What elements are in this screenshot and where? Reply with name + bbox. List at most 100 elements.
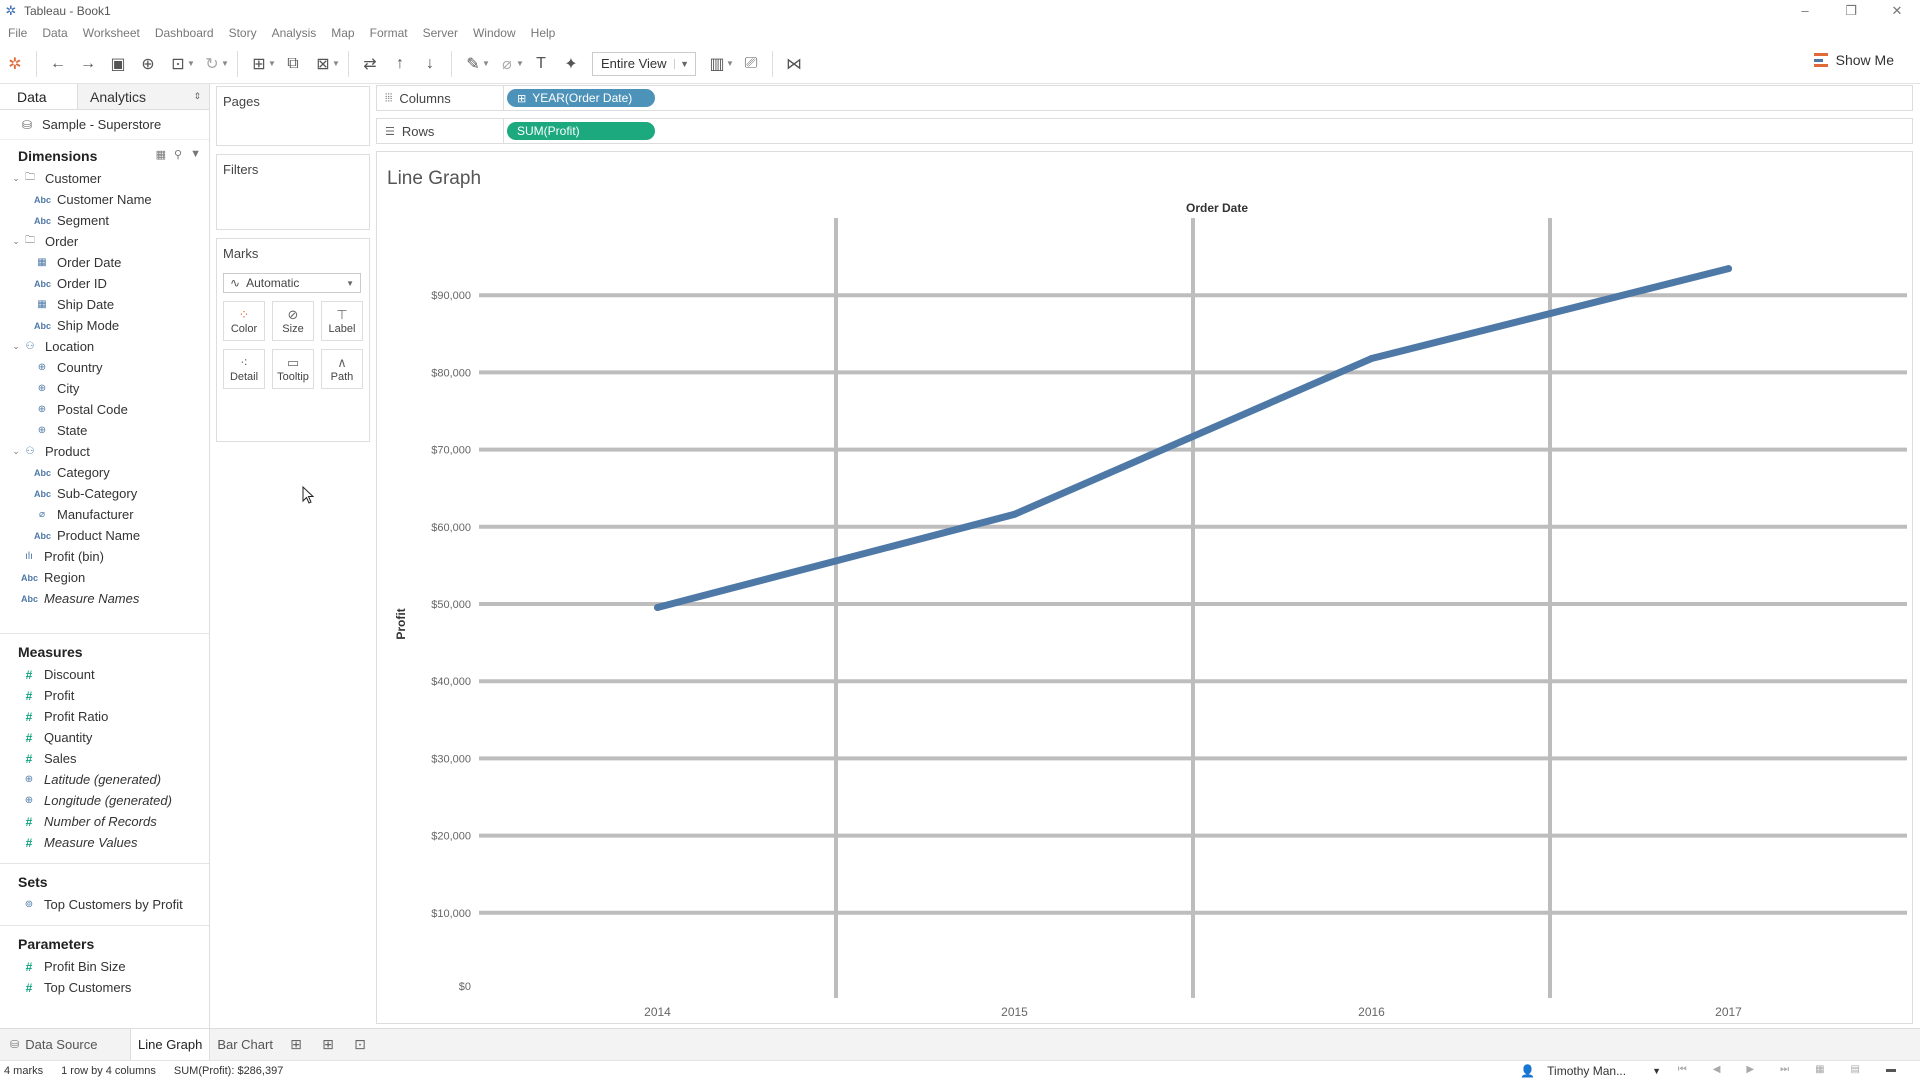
- menu-story[interactable]: Story: [229, 26, 257, 40]
- menu-dashboard[interactable]: Dashboard: [155, 26, 214, 40]
- duplicate-sheet-icon[interactable]: ⧉: [278, 50, 308, 78]
- user-menu[interactable]: 👤 Timothy Man... ▼: [1516, 1061, 1675, 1080]
- size-button[interactable]: ⊘ Size: [272, 301, 314, 341]
- dimension-measure-names[interactable]: Abc Measure Names: [0, 588, 209, 609]
- new-data-source-icon[interactable]: ⊕: [133, 50, 163, 78]
- tableau-home-icon[interactable]: ✲: [0, 50, 30, 78]
- new-story-tab-icon[interactable]: ⊡: [344, 1029, 376, 1061]
- show-cards-dropdown-icon[interactable]: ▼: [726, 59, 736, 68]
- menu-map[interactable]: Map: [331, 26, 354, 40]
- measure-number-of-records[interactable]: # Number of Records: [0, 811, 209, 832]
- path-button[interactable]: ∧ Path: [321, 349, 363, 389]
- detail-button[interactable]: ⁖ Detail: [223, 349, 265, 389]
- dimension-category[interactable]: Abc Category: [0, 462, 209, 483]
- search-icon[interactable]: ⚲: [174, 148, 182, 161]
- menu-format[interactable]: Format: [370, 26, 408, 40]
- last-sheet-icon[interactable]: ⏭: [1780, 1064, 1789, 1075]
- data-source-item[interactable]: ⛁ Sample - Superstore: [0, 110, 209, 140]
- columns-shelf[interactable]: ⦙⦙⦙ Columns ⊞ YEAR(Order Date): [376, 85, 1913, 111]
- dimension-postal-code[interactable]: ⊕ Postal Code: [0, 399, 209, 420]
- redo-icon[interactable]: →: [73, 50, 103, 78]
- close-icon[interactable]: ✕: [1874, 0, 1920, 22]
- highlight-dropdown-icon[interactable]: ▼: [482, 59, 492, 68]
- dimension-order[interactable]: ⌄ 🗀 Order: [0, 231, 209, 252]
- dimension-sub-category[interactable]: Abc Sub-Category: [0, 483, 209, 504]
- rows-shelf[interactable]: ☰ Rows SUM(Profit): [376, 118, 1913, 144]
- expand-caret-icon[interactable]: ⌄: [10, 236, 22, 247]
- menu-help[interactable]: Help: [531, 26, 556, 40]
- presentation-mode-icon[interactable]: ⎚: [736, 50, 766, 78]
- menu-file[interactable]: File: [8, 26, 27, 40]
- dimension-product[interactable]: ⌄ ⚇ Product: [0, 441, 209, 462]
- measure-profit-ratio[interactable]: # Profit Ratio: [0, 706, 209, 727]
- dimension-manufacturer[interactable]: ⌀ Manufacturer: [0, 504, 209, 525]
- dimension-state[interactable]: ⊕ State: [0, 420, 209, 441]
- dimension-ship-date[interactable]: ▦ Ship Date: [0, 294, 209, 315]
- expand-caret-icon[interactable]: ⌄: [10, 341, 22, 352]
- pause-dropdown-icon[interactable]: ▼: [187, 59, 197, 68]
- dimension-ship-mode[interactable]: Abc Ship Mode: [0, 315, 209, 336]
- show-labels-icon[interactable]: T: [526, 50, 556, 78]
- clear-dropdown-icon[interactable]: ▼: [332, 59, 342, 68]
- tab-line-graph[interactable]: Line Graph: [130, 1028, 211, 1061]
- dimension-city[interactable]: ⊕ City: [0, 378, 209, 399]
- mark-type-select[interactable]: ∿ Automatic ▼: [223, 273, 361, 293]
- filters-card[interactable]: Filters: [216, 154, 370, 230]
- swap-rows-columns-icon[interactable]: ⇄: [355, 50, 385, 78]
- sheet-sorter-icon[interactable]: ▦: [1815, 1064, 1824, 1075]
- dimension-customer-name[interactable]: Abc Customer Name: [0, 189, 209, 210]
- measure-profit[interactable]: # Profit: [0, 685, 209, 706]
- dimension-location[interactable]: ⌄ ⚇ Location: [0, 336, 209, 357]
- dimension-country[interactable]: ⊕ Country: [0, 357, 209, 378]
- menu-dropdown-icon[interactable]: ▼: [190, 148, 201, 161]
- fit-select[interactable]: Entire View ▼: [592, 51, 696, 76]
- rows-pill[interactable]: SUM(Profit): [507, 122, 655, 140]
- prev-sheet-icon[interactable]: ◀: [1713, 1064, 1721, 1075]
- dimension-region[interactable]: Abc Region: [0, 567, 209, 588]
- measure-quantity[interactable]: # Quantity: [0, 727, 209, 748]
- sort-descending-icon[interactable]: ↓: [415, 50, 445, 78]
- new-worksheet-tab-icon[interactable]: ⊞: [280, 1029, 312, 1061]
- sort-ascending-icon[interactable]: ↑: [385, 50, 415, 78]
- next-sheet-icon[interactable]: ▶: [1746, 1064, 1754, 1075]
- tab-data[interactable]: Data: [0, 84, 78, 109]
- tabs-view-icon[interactable]: ▬: [1886, 1064, 1896, 1075]
- show-me-button[interactable]: Show Me: [1813, 52, 1894, 68]
- menu-data[interactable]: Data: [42, 26, 67, 40]
- first-sheet-icon[interactable]: ⏮: [1678, 1064, 1687, 1075]
- menu-analysis[interactable]: Analysis: [272, 26, 317, 40]
- dimension-product-name[interactable]: Abc Product Name: [0, 525, 209, 546]
- pages-card[interactable]: Pages: [216, 86, 370, 146]
- tab-bar-chart[interactable]: Bar Chart: [210, 1029, 280, 1061]
- share-icon[interactable]: ⋈: [779, 50, 809, 78]
- undo-icon[interactable]: ←: [43, 50, 73, 78]
- group-dropdown-icon[interactable]: ▼: [516, 59, 526, 68]
- minimize-icon[interactable]: –: [1782, 0, 1828, 22]
- tab-data-source[interactable]: ⛁ Data Source: [0, 1029, 130, 1061]
- new-worksheet-dropdown-icon[interactable]: ▼: [268, 59, 278, 68]
- parameter-top-customers[interactable]: # Top Customers: [0, 977, 209, 998]
- tooltip-button[interactable]: ▭ Tooltip: [272, 349, 314, 389]
- dimension-customer[interactable]: ⌄ 🗀 Customer: [0, 168, 209, 189]
- measure-longitude-generated[interactable]: ⊕ Longitude (generated): [0, 790, 209, 811]
- parameter-profit-bin-size[interactable]: # Profit Bin Size: [0, 956, 209, 977]
- measure-discount[interactable]: # Discount: [0, 664, 209, 685]
- tab-analytics[interactable]: Analytics ⇕: [78, 84, 209, 109]
- worksheet-view[interactable]: Line Graph Order Date Profit $0 $10,000 $20,0…: [376, 151, 1913, 1024]
- set-top-customers-by-profit[interactable]: ⊚ Top Customers by Profit: [0, 894, 209, 915]
- new-dashboard-tab-icon[interactable]: ⊞: [312, 1029, 344, 1061]
- measure-sales[interactable]: # Sales: [0, 748, 209, 769]
- view-data-icon[interactable]: ▦: [156, 148, 166, 161]
- menu-worksheet[interactable]: Worksheet: [83, 26, 140, 40]
- save-icon[interactable]: ▣: [103, 50, 133, 78]
- expand-caret-icon[interactable]: ⌄: [10, 446, 22, 457]
- menu-server[interactable]: Server: [423, 26, 458, 40]
- dimension-profit-bin[interactable]: ılı Profit (bin): [0, 546, 209, 567]
- restore-icon[interactable]: ❐: [1828, 0, 1874, 22]
- dimension-segment[interactable]: Abc Segment: [0, 210, 209, 231]
- refresh-dropdown-icon[interactable]: ▼: [221, 59, 231, 68]
- dimension-order-date[interactable]: ▦ Order Date: [0, 252, 209, 273]
- fix-axes-icon[interactable]: ✦: [556, 50, 586, 78]
- measure-latitude-generated[interactable]: ⊕ Latitude (generated): [0, 769, 209, 790]
- expand-caret-icon[interactable]: ⌄: [10, 173, 22, 184]
